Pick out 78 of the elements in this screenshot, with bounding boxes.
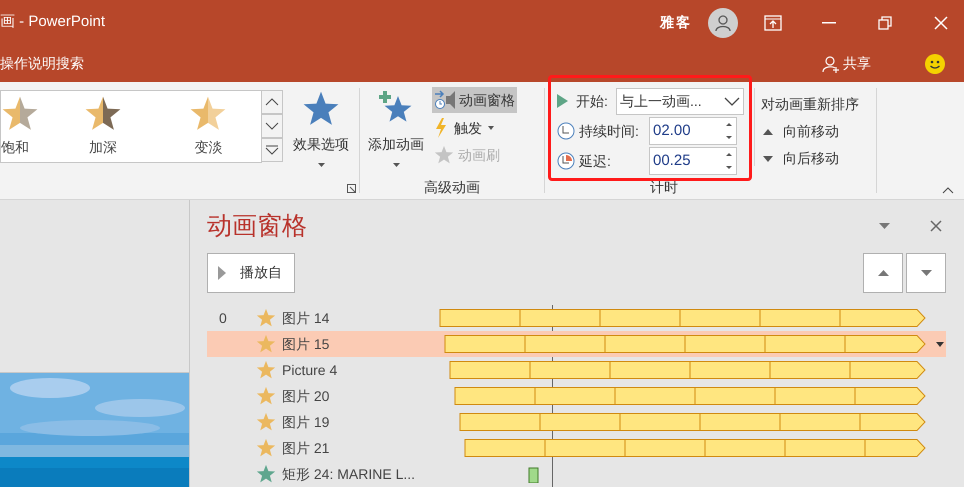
effect-gallery-item[interactable]: 变淡 [156,91,261,162]
close-icon[interactable] [930,220,942,232]
star-icon [256,438,276,458]
animation-pane-button[interactable]: 动画窗格 [432,87,517,113]
share-button[interactable]: 共享 [822,53,871,74]
item-name: 图片 14 [282,308,330,328]
dropdown-icon[interactable] [936,342,944,346]
star-icon [256,308,276,328]
reorder-title: 对动画重新排序 [761,95,860,114]
play-from-button[interactable]: 播放自 [207,252,295,292]
play-icon [218,266,226,280]
duration-spinner[interactable]: 02.00 [649,117,737,145]
start-dropdown[interactable]: 与上一动画... [616,88,744,114]
avatar-icon[interactable] [708,8,738,38]
clock-icon [557,122,575,140]
group-label: 计时 [649,178,679,197]
animation-item[interactable]: 图片 20 [207,383,946,409]
ribbon-display-icon[interactable] [764,14,782,30]
item-name: 图片 21 [282,438,330,458]
item-name: 图片 20 [282,386,330,406]
star-brush-icon [434,145,454,165]
effect-gallery-item[interactable]: 饱和 [1,91,51,162]
pane-title: 动画窗格 [207,210,307,242]
lightning-icon [434,118,448,138]
dropdown-icon [392,163,400,167]
dropdown-icon [488,126,494,130]
animation-item[interactable]: 图片 15 [207,331,946,357]
triangle-down-icon [920,270,932,276]
animation-item[interactable]: 图片 21 [207,435,946,461]
item-name: Picture 4 [282,360,338,380]
star-icon [256,464,276,484]
star-icon [256,360,276,380]
effect-gallery-item[interactable]: 加深 [50,91,156,162]
timeline-bar [528,468,538,483]
restore-icon[interactable] [878,16,892,30]
start-label: 开始: [576,92,609,110]
animation-item[interactable]: 图片 19 [207,409,946,435]
group-label: 高级动画 [423,178,481,197]
triangle-down-icon [763,156,773,162]
delay-spinner[interactable]: 00.25 [649,147,737,175]
window-title: 画 - PowerPoint [0,12,106,32]
collapse-ribbon-icon[interactable] [942,187,954,194]
dropdown-icon [318,163,324,167]
spin-arrows-icon [726,152,732,170]
delay-clock-icon [557,152,575,170]
item-name: 矩形 24: MARINE L... [282,464,416,484]
trigger-button[interactable]: 触发 [432,116,517,140]
triangle-up-icon [763,128,773,134]
chevron-down-icon [724,96,740,106]
delay-label: 延迟: [579,152,612,170]
animation-item[interactable]: 0 图片 14 [207,305,946,331]
add-animation-button[interactable]: 添加动画 [360,82,432,177]
item-name: 图片 15 [282,334,330,354]
smiley-icon[interactable] [925,54,945,74]
item-index: 0 [218,308,228,328]
animation-item[interactable]: 矩形 24: MARINE L... [207,461,946,487]
search-field[interactable]: 操作说明搜索 [0,53,200,74]
pane-options-icon[interactable] [879,223,890,230]
scroll-down-icon[interactable] [262,114,283,138]
add-person-icon [822,54,840,72]
more-icon[interactable] [262,138,283,162]
triangle-up-icon [878,270,888,276]
move-forward-button[interactable]: 向前移动 [759,121,872,142]
play-icon [557,94,569,108]
move-backward-button[interactable]: 向后移动 [759,148,872,169]
star-icon [256,386,276,406]
effect-options-button[interactable]: 效果选项 [283,82,359,199]
star-icon [256,412,276,432]
speaker-clock-icon [434,90,456,110]
item-name: 图片 19 [282,412,330,432]
animation-item[interactable]: Picture 4 [207,357,946,383]
minimize-icon[interactable] [822,22,836,24]
duration-label: 持续时间: [579,122,640,140]
spin-arrows-icon [726,122,732,140]
dialog-launcher-icon[interactable] [347,184,356,193]
user-name[interactable]: 雅客 [660,12,692,33]
scroll-up-icon[interactable] [262,90,283,114]
star-icon [256,334,276,354]
